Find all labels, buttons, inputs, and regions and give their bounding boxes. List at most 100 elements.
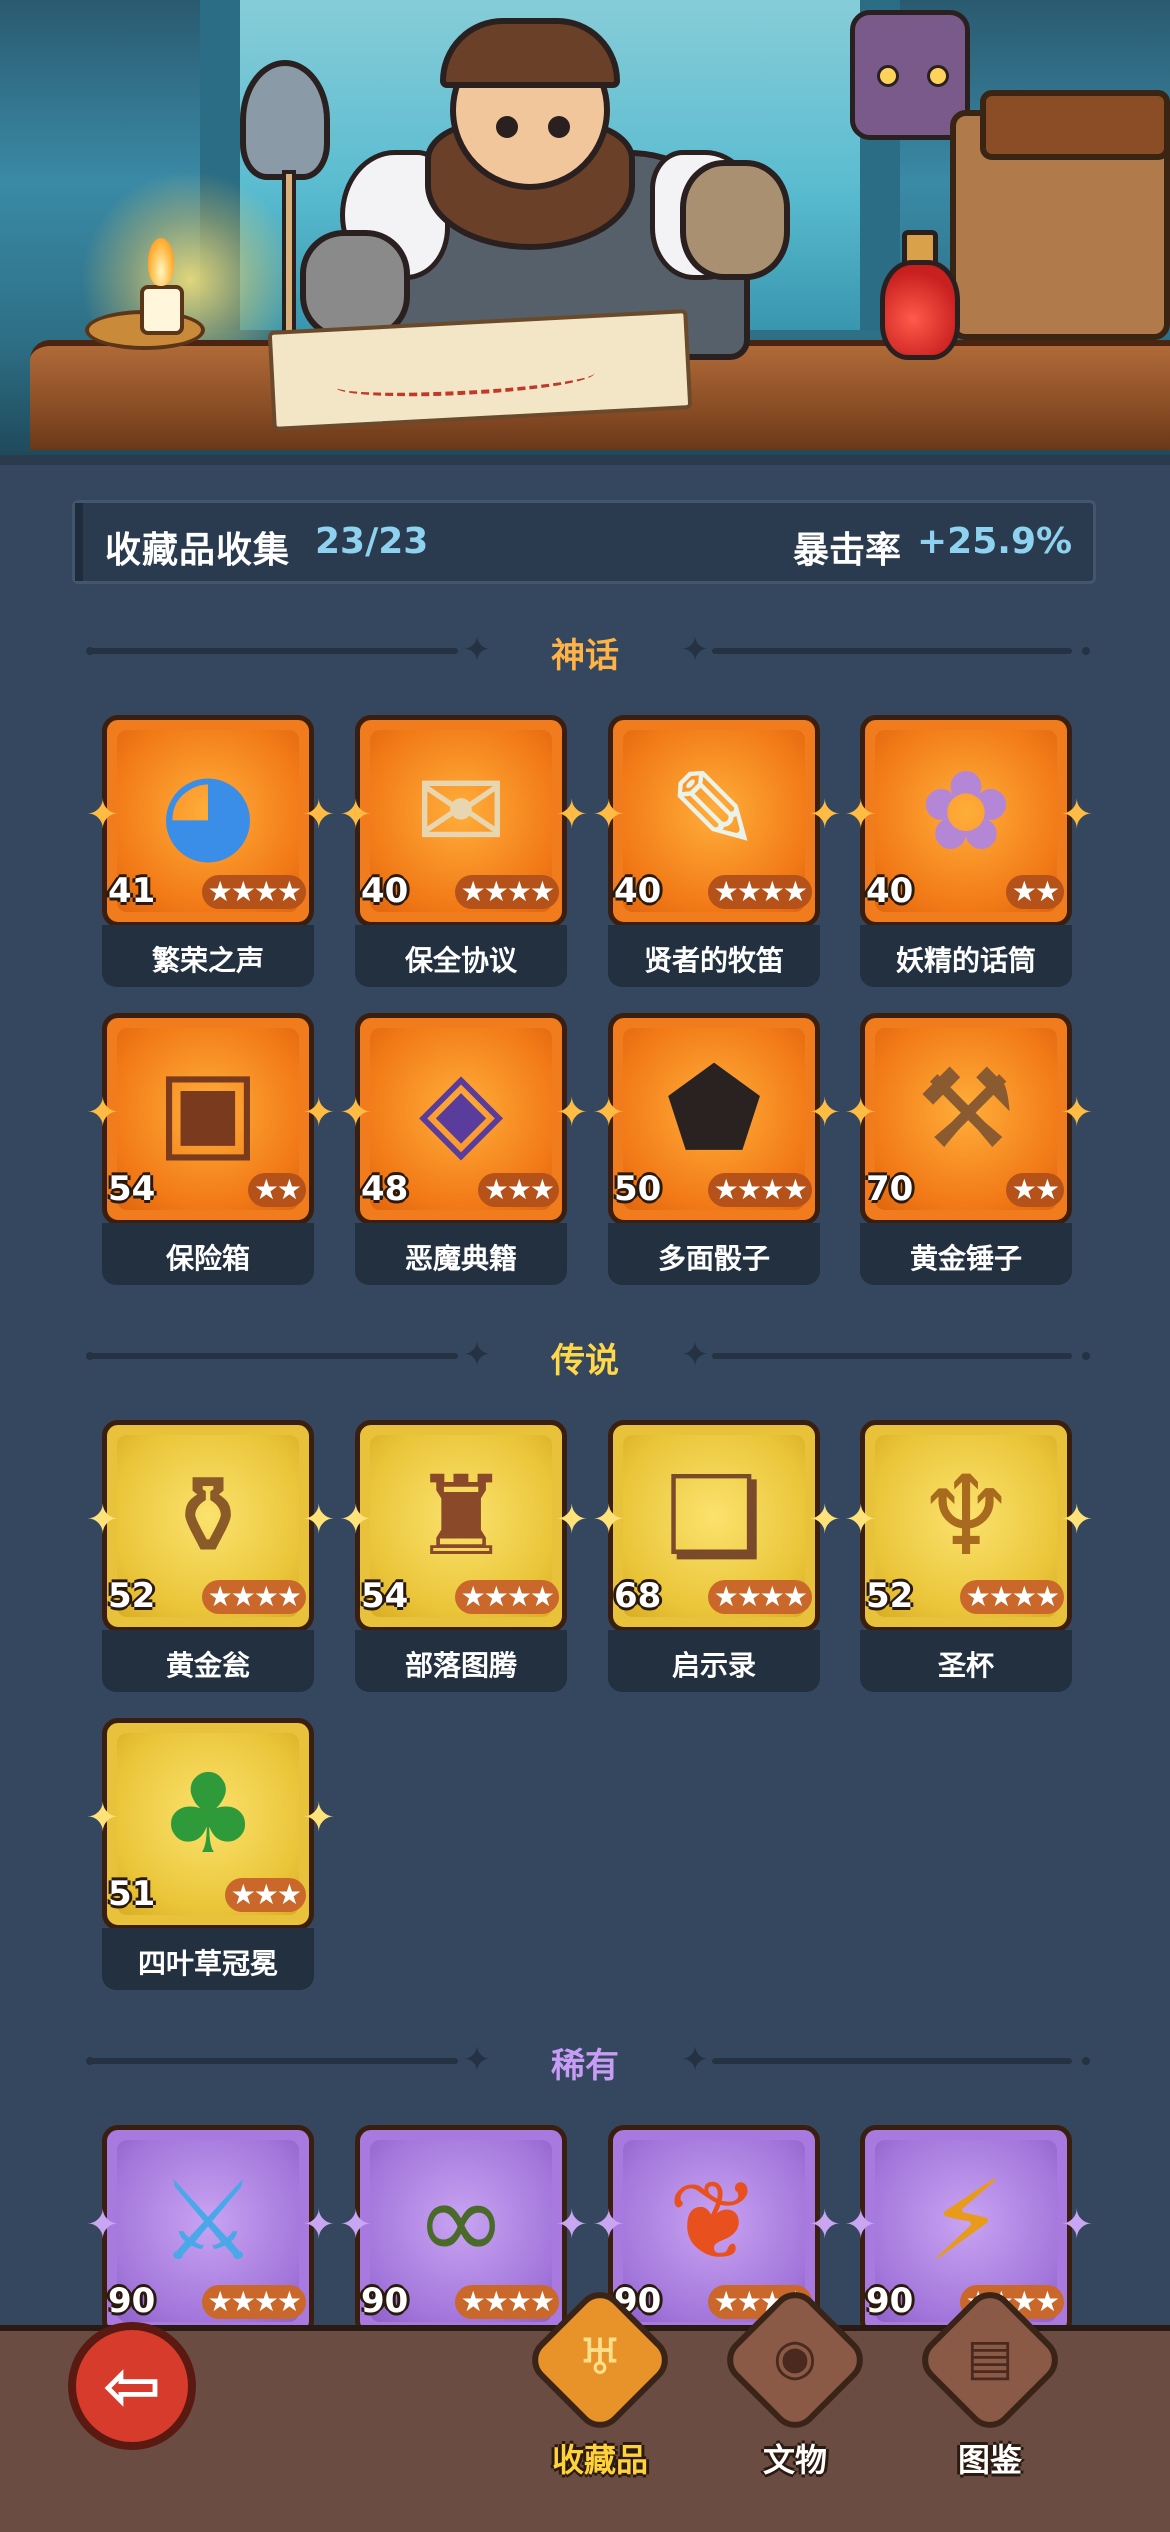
collection-stats-bar: 收藏品收集 23/23 暴击率 +25.9% — [72, 500, 1096, 584]
collectible-card[interactable]: ✦ ✦ ⬟ 50 ★★★★ 多面骰子 — [592, 1013, 842, 1285]
back-button[interactable]: ⇦ — [68, 2322, 196, 2450]
tab-label: 收藏品 — [551, 2441, 648, 2479]
collectible-card[interactable]: ✦ ✦ ♆ 52 ★★★★ 圣杯 — [844, 1420, 1094, 1692]
item-level: 50 — [614, 1169, 662, 1209]
sparkle-icon: ✦ — [302, 2202, 336, 2248]
item-name-bar: 贤者的牧笛 — [608, 925, 820, 987]
item-name: 黄金瓮 — [165, 1649, 250, 1682]
item-level: 52 — [108, 1576, 156, 1616]
shovel-handle — [282, 170, 296, 340]
item-level: 41 — [108, 871, 156, 911]
item-name-bar: 圣杯 — [860, 1630, 1072, 1692]
star-rating: ★★★★ — [454, 875, 559, 909]
item-level: 68 — [614, 1576, 662, 1616]
collectible-card[interactable]: ✦ ✦ ⚒ 70 ★★ 黄金锤子 — [844, 1013, 1094, 1285]
collectible-card[interactable]: ✦ ✦ ◈ 48 ★★★ 恶魔典籍 — [339, 1013, 589, 1285]
section-header: ✦ ✦ 稀有 — [0, 2030, 1170, 2090]
item-name-bar: 黄金瓮 — [102, 1630, 314, 1692]
collectible-card[interactable]: ✦ ✦ ✿ 40 ★★ 妖精的话筒 — [844, 715, 1094, 987]
item-level: 40 — [614, 871, 662, 911]
sparkle-icon: ✦ — [1060, 1090, 1094, 1136]
tab-label: 文物 — [762, 2441, 827, 2479]
item-name: 繁荣之声 — [151, 944, 264, 977]
treasure-chest-icon: ▣ — [156, 1045, 260, 1173]
sparkle-icon: ✦ — [339, 792, 373, 838]
item-name: 保全协议 — [404, 944, 517, 977]
sparkle-icon: ✦ — [592, 792, 626, 838]
sparkle-icon: ✦ — [1060, 792, 1094, 838]
sparkle-icon: ✦ — [339, 2202, 373, 2248]
item-name: 部落图腾 — [404, 1649, 517, 1682]
hammer-icon: ⚒ — [916, 1045, 1016, 1173]
sparkle-icon: ✦ — [844, 792, 878, 838]
star-rating: ★★★★ — [707, 1580, 812, 1614]
item-name-bar: 部落图腾 — [355, 1630, 567, 1692]
item-name: 四叶草冠冕 — [137, 1947, 278, 1980]
sparkle-icon: ✦ — [86, 1090, 120, 1136]
star-rating: ★★★★ — [707, 1173, 812, 1207]
star-rating: ★★★★ — [201, 875, 306, 909]
sparkle-icon: ✦ — [339, 1090, 373, 1136]
totem-icon: ♜ — [411, 1452, 511, 1580]
tab-artifacts[interactable]: ◉ 文物 — [717, 2282, 873, 2485]
sparkle-icon: ✦ — [844, 2202, 878, 2248]
sparkle-icon: ✦ — [555, 1497, 589, 1543]
collectible-card[interactable]: ✦ ✦ ⚱ 52 ★★★★ 黄金瓮 — [86, 1420, 336, 1692]
collectible-card[interactable]: ✦ ✦ ♜ 54 ★★★★ 部落图腾 — [339, 1420, 589, 1692]
sparkle-icon: ✦ — [86, 2202, 120, 2248]
sparkle-icon: ✦ — [592, 1090, 626, 1136]
sparkle-icon: ✦ — [680, 630, 710, 670]
item-level: 52 — [866, 1576, 914, 1616]
collection-label: 收藏品收集 — [105, 530, 291, 571]
red-potion — [880, 260, 960, 360]
item-level: 70 — [866, 1169, 914, 1209]
item-name-bar: 恶魔典籍 — [355, 1223, 567, 1285]
item-name: 启示录 — [671, 1649, 756, 1682]
fire-feather-icon: ❦ — [667, 2157, 761, 2285]
sparkle-icon: ✦ — [86, 1795, 120, 1841]
star-rating: ★★★★ — [959, 1580, 1064, 1614]
collectible-card[interactable]: ✦ ✦ ♣ 51 ★★★ 四叶草冠冕 — [86, 1718, 336, 1990]
item-name-bar: 黄金锤子 — [860, 1223, 1072, 1285]
star-rating: ★★ — [1005, 1173, 1064, 1207]
sparkle-icon: ✦ — [808, 2202, 842, 2248]
open-book-icon: ❏ — [664, 1452, 764, 1580]
collectible-card[interactable]: ✦ ✦ ▣ 54 ★★ 保险箱 — [86, 1013, 336, 1285]
ice-dagger-icon: ⚔ — [158, 2157, 258, 2285]
sparkle-icon: ✦ — [555, 792, 589, 838]
item-level: 90 — [361, 2281, 409, 2321]
item-level: 51 — [108, 1874, 156, 1914]
candle — [140, 285, 184, 335]
collectible-card[interactable]: ✦ ✦ ✉ 40 ★★★★ 保全协议 — [339, 715, 589, 987]
shovel-head — [240, 60, 330, 180]
sparkle-icon: ✦ — [302, 1795, 336, 1841]
sparkle-icon: ✦ — [462, 1335, 492, 1375]
dwarf-hair — [440, 18, 620, 88]
book-icon: ▤ — [966, 2328, 1014, 2386]
chest-lid — [980, 90, 1170, 160]
collection-panel: 收藏品收集 23/23 暴击率 +25.9% ✦ ✦ 神话 ✦ ✦ ◕ 41 ★★★★ 繁荣之声… — [0, 455, 1170, 2337]
tab-collectibles[interactable]: ♅ 收藏品 — [522, 2282, 678, 2485]
star-rating: ★★★★ — [201, 1580, 306, 1614]
item-level: 48 — [361, 1169, 409, 1209]
sparkle-icon: ✦ — [844, 1497, 878, 1543]
sparkle-icon: ✦ — [462, 630, 492, 670]
collectible-card[interactable]: ✦ ✦ ✎ 40 ★★★★ 贤者的牧笛 — [592, 715, 842, 987]
item-name: 贤者的牧笛 — [643, 944, 784, 977]
flute-icon: ✎ — [667, 747, 761, 875]
star-rating: ★★★ — [224, 1878, 306, 1912]
star-rating: ★★★★ — [707, 875, 812, 909]
star-rating: ★★★★ — [454, 1580, 559, 1614]
item-level: 90 — [866, 2281, 914, 2321]
sparkle-icon: ✦ — [808, 792, 842, 838]
candle-flame — [148, 238, 174, 286]
collection-count: 23/23 — [315, 521, 429, 562]
dwarf-eye — [548, 116, 570, 138]
tab-codex[interactable]: ▤ 图鉴 — [912, 2282, 1068, 2485]
item-level: 54 — [108, 1169, 156, 1209]
star-rating: ★★★ — [477, 1173, 559, 1207]
section-title: 神话 — [551, 636, 619, 676]
collectible-card[interactable]: ✦ ✦ ❏ 68 ★★★★ 启示录 — [592, 1420, 842, 1692]
item-name-bar: 妖精的话筒 — [860, 925, 1072, 987]
collectible-card[interactable]: ✦ ✦ ◕ 41 ★★★★ 繁荣之声 — [86, 715, 336, 987]
